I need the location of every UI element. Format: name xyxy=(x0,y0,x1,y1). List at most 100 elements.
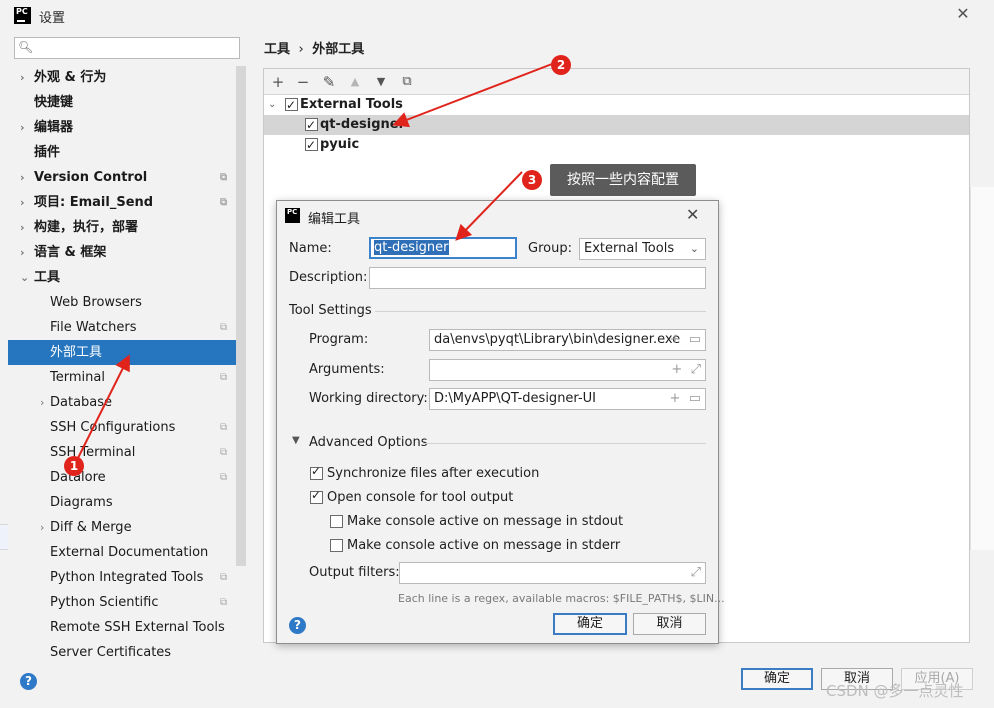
sidebar-item-label: Terminal xyxy=(50,370,105,385)
sidebar-scrollbar[interactable] xyxy=(236,66,246,566)
separator xyxy=(423,443,706,444)
chevron-down-icon[interactable]: ⌄ xyxy=(268,95,276,115)
chevron-right-icon[interactable]: › xyxy=(40,390,44,415)
copy-icon[interactable]: ⧉ xyxy=(397,72,417,92)
chevron-right-icon[interactable]: › xyxy=(40,515,44,540)
move-up-icon[interactable]: ▲ xyxy=(345,72,365,92)
tool-row-qt-designer[interactable]: qt-designer xyxy=(264,115,969,135)
settings-window: PC 设置 ✕ 🔍︎ › 外观 & 行为 快捷键 › 编辑器 插件 › Version Con… xyxy=(0,0,994,708)
group-checkbox[interactable] xyxy=(285,95,298,115)
sidebar-item-label: 语言 & 框架 xyxy=(34,245,107,260)
annotation-badge-1: 1 xyxy=(64,456,84,476)
help-icon[interactable]: ? xyxy=(289,617,306,634)
remove-icon[interactable]: − xyxy=(293,72,313,92)
chevron-down-icon[interactable]: ⌄ xyxy=(20,265,29,290)
sync-files-checkbox[interactable] xyxy=(310,464,323,480)
search-input[interactable]: 🔍︎ xyxy=(14,37,240,59)
sidebar-item[interactable]: › Version Control ⧉ xyxy=(8,165,246,190)
sidebar-item[interactable]: Python Scientific ⧉ xyxy=(8,590,246,615)
tool-checkbox[interactable] xyxy=(305,135,318,155)
name-field[interactable]: qt-designer xyxy=(369,237,517,259)
sidebar-item[interactable]: 快捷键 xyxy=(8,90,246,115)
sidebar-item[interactable]: › Diff & Merge xyxy=(8,515,246,540)
background-panel-edge xyxy=(970,187,994,550)
sidebar-item[interactable]: › 构建，执行，部署 xyxy=(8,215,246,240)
folder-icon[interactable]: ▭ xyxy=(689,391,701,406)
sidebar-item-label: 插件 xyxy=(34,145,61,160)
stderr-label[interactable]: Make console active on message in stderr xyxy=(347,538,620,553)
chevron-right-icon[interactable]: › xyxy=(20,65,25,90)
sidebar-item[interactable]: SSH Configurations ⧉ xyxy=(8,415,246,440)
watermark: CSDN @多一点灵性 xyxy=(826,682,964,700)
sidebar-item[interactable]: › Database xyxy=(8,390,246,415)
insert-macro-icon[interactable]: + xyxy=(670,332,681,347)
sidebar-item[interactable]: Remote SSH External Tools xyxy=(8,615,246,640)
search-icon: 🔍︎ xyxy=(18,40,34,54)
sidebar-item[interactable]: Diagrams xyxy=(8,490,246,515)
ok-button[interactable]: 确定 xyxy=(741,668,813,690)
stdout-label[interactable]: Make console active on message in stdout xyxy=(347,514,623,529)
sidebar-item[interactable]: 外部工具 xyxy=(8,340,246,365)
arguments-field[interactable]: + ⤢ xyxy=(429,359,706,381)
sidebar-item[interactable]: › 项目: Email_Send ⧉ xyxy=(8,190,246,215)
sidebar-item[interactable]: External Documentation xyxy=(8,540,246,565)
chevron-right-icon[interactable]: › xyxy=(20,215,25,240)
dialog-ok-button[interactable]: 确定 xyxy=(553,613,627,635)
sidebar-item[interactable]: Python Integrated Tools ⧉ xyxy=(8,565,246,590)
collapse-triangle-icon[interactable]: ▼ xyxy=(292,435,300,446)
group-value: External Tools xyxy=(584,241,675,256)
sidebar-item[interactable]: ⌄ 工具 xyxy=(8,265,246,290)
separator xyxy=(375,311,706,312)
dialog-cancel-button[interactable]: 取消 xyxy=(633,613,706,635)
expand-icon[interactable]: ⤢ xyxy=(691,563,701,583)
group-select[interactable]: External Tools ⌄ xyxy=(579,238,706,260)
output-filters-field[interactable]: ⤢ xyxy=(399,562,706,584)
sidebar-item[interactable]: File Watchers ⧉ xyxy=(8,315,246,340)
chevron-right-icon[interactable]: › xyxy=(20,190,25,215)
chevron-right-icon[interactable]: › xyxy=(20,165,25,190)
sidebar-item-label: Python Integrated Tools xyxy=(50,570,204,585)
sidebar-item[interactable]: › 编辑器 xyxy=(8,115,246,140)
stdout-checkbox[interactable] xyxy=(330,515,343,528)
sidebar-item[interactable]: 插件 xyxy=(8,140,246,165)
sidebar-item[interactable]: Web Browsers xyxy=(8,290,246,315)
tree-group-row[interactable]: ⌄ External Tools xyxy=(264,95,969,115)
folder-icon[interactable]: ▭ xyxy=(689,332,701,347)
edit-icon[interactable]: ✎ xyxy=(319,72,339,92)
breadcrumb-separator: › xyxy=(298,42,304,57)
working-directory-field[interactable]: D:\MyAPP\QT-designer-UI + ▭ xyxy=(429,388,706,410)
help-icon[interactable]: ? xyxy=(20,673,37,690)
sidebar-item[interactable]: Server Certificates xyxy=(8,640,246,660)
window-title: 设置 xyxy=(39,11,66,26)
sidebar-item[interactable]: Datalore ⧉ xyxy=(8,465,246,490)
sidebar-item[interactable]: Terminal ⧉ xyxy=(8,365,246,390)
chevron-right-icon[interactable]: › xyxy=(20,115,25,140)
advanced-options-heading[interactable]: Advanced Options xyxy=(309,435,428,450)
insert-macro-icon[interactable]: + xyxy=(670,391,681,406)
close-icon[interactable]: ✕ xyxy=(686,205,699,224)
sidebar-item[interactable]: › 外观 & 行为 xyxy=(8,65,246,90)
description-field[interactable] xyxy=(369,267,706,289)
output-filters-label: Output filters: xyxy=(309,565,400,580)
chevron-right-icon[interactable]: › xyxy=(20,240,25,265)
tool-settings-heading: Tool Settings xyxy=(289,303,372,318)
open-console-checkbox[interactable] xyxy=(310,488,323,504)
sidebar-item[interactable]: › 语言 & 框架 xyxy=(8,240,246,265)
stderr-checkbox[interactable] xyxy=(330,539,343,552)
breadcrumb-tools[interactable]: 工具 xyxy=(264,42,290,57)
tool-checkbox[interactable] xyxy=(305,115,318,135)
sidebar-item[interactable]: SSH Terminal ⧉ xyxy=(8,440,246,465)
open-console-label[interactable]: Open console for tool output xyxy=(327,490,513,505)
project-scope-icon: ⧉ xyxy=(220,472,228,483)
tool-row-pyuic[interactable]: pyuic xyxy=(264,135,969,155)
move-down-icon[interactable]: ▼ xyxy=(371,72,391,92)
insert-macro-icon[interactable]: + xyxy=(671,362,682,377)
sync-files-label[interactable]: Synchronize files after execution xyxy=(327,466,539,481)
sidebar-item-label: Version Control xyxy=(34,170,148,185)
expand-icon[interactable]: ⤢ xyxy=(691,362,701,377)
program-field[interactable]: da\envs\pyqt\Library\bin\designer.exe + … xyxy=(429,329,706,351)
close-icon[interactable]: ✕ xyxy=(954,4,972,24)
breadcrumb: 工具 › 外部工具 xyxy=(264,38,364,57)
add-icon[interactable]: + xyxy=(268,72,288,92)
chevron-down-icon: ⌄ xyxy=(689,242,699,255)
